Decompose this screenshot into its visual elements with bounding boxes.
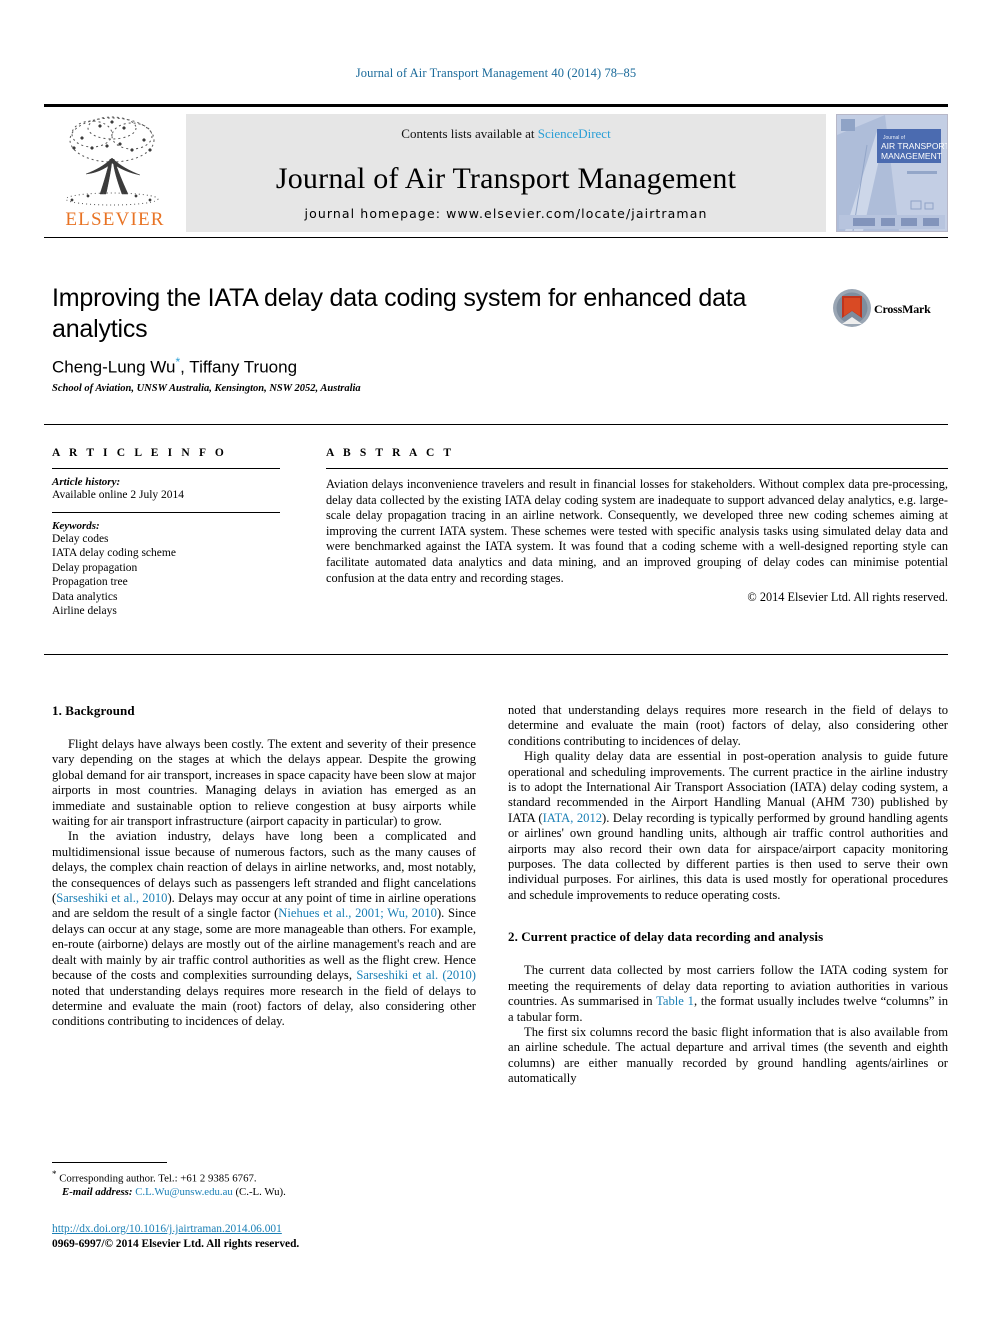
- journal-masthead: ELSEVIER Contents lists available at Sci…: [44, 104, 948, 232]
- article-history-label: Article history:: [52, 476, 121, 488]
- crossmark-icon[interactable]: [832, 288, 872, 328]
- journal-cover-thumbnail: Journal of AIR TRANSPORT MANAGEMENT: [836, 114, 948, 232]
- article-info-label: A R T I C L E I N F O: [52, 447, 227, 459]
- email-note: E-mail address: C.L.Wu@unsw.edu.au (C.-L…: [52, 1186, 476, 1200]
- list-item: Delay codes: [52, 532, 109, 545]
- list-item: Delay propagation: [52, 561, 138, 574]
- elsevier-tree-icon: [65, 116, 159, 206]
- keywords-label: Keywords:: [52, 519, 100, 532]
- title-divider: [44, 237, 948, 238]
- footnote-block: * Corresponding author. Tel.: +61 2 9385…: [52, 1168, 476, 1200]
- paragraph: The current data collected by most carri…: [508, 963, 948, 1025]
- elsevier-logo: ELSEVIER: [44, 114, 186, 232]
- email-label: E-mail address:: [62, 1186, 133, 1199]
- author-primary: Cheng-Lung Wu: [52, 357, 176, 377]
- author-secondary: , Tiffany Truong: [180, 357, 298, 377]
- abstract-rights: © 2014 Elsevier Ltd. All rights reserved…: [747, 590, 948, 605]
- paragraph: High quality delay data are essential in…: [508, 749, 948, 903]
- corresponding-author-note: * Corresponding author. Tel.: +61 2 9385…: [52, 1168, 476, 1186]
- page: Journal of Air Transport Management 40 (…: [0, 0, 992, 1323]
- masthead-center: Contents lists available at ScienceDirec…: [186, 114, 826, 232]
- citation-link[interactable]: IATA, 2012: [543, 811, 602, 825]
- abstract-text: Aviation delays inconvenience travelers …: [326, 477, 948, 585]
- abstract-band-top-rule: [44, 424, 948, 425]
- abstract-band-bottom-rule: [44, 654, 948, 655]
- paragraph: Flight delays have always been costly. T…: [52, 737, 476, 829]
- body-column-right: noted that understanding delays requires…: [508, 703, 948, 1087]
- journal-homepage[interactable]: journal homepage: www.elsevier.com/locat…: [186, 206, 826, 221]
- issn-copyright: 0969-6997/© 2014 Elsevier Ltd. All right…: [52, 1238, 300, 1250]
- list-item: Data analytics: [52, 590, 118, 603]
- citation-link[interactable]: Niehues et al., 2001; Wu, 2010: [278, 906, 437, 920]
- body-column-left: 1. Background Flight delays have always …: [52, 703, 476, 1030]
- author-list: Cheng-Lung Wu*, Tiffany Truong: [52, 355, 752, 378]
- paragraph: The first six columns record the basic f…: [508, 1024, 948, 1086]
- paragraph-text: noted that understanding delays requires…: [508, 703, 948, 748]
- cover-artwork: Journal of AIR TRANSPORT MANAGEMENT: [837, 115, 947, 231]
- article-info-column: A R T I C L E I N F O Article history: A…: [52, 447, 282, 619]
- affiliation: School of Aviation, UNSW Australia, Kens…: [52, 383, 361, 394]
- article-history-value: Available online 2 July 2014: [52, 489, 185, 501]
- article-info-rule-2: [52, 511, 280, 513]
- doi-link[interactable]: http://dx.doi.org/10.1016/j.jairtraman.2…: [52, 1223, 282, 1235]
- paragraph: In the aviation industry, delays have lo…: [52, 829, 476, 1029]
- abstract-column: A B S T R A C T Aviation delays inconven…: [326, 447, 948, 605]
- sciencedirect-link[interactable]: ScienceDirect: [538, 126, 611, 141]
- running-head: Journal of Air Transport Management 40 (…: [355, 66, 637, 80]
- abstract-rule: [326, 468, 948, 469]
- crossmark-badge[interactable]: CrossMark: [832, 288, 938, 334]
- email-suffix: (C.-L. Wu).: [232, 1186, 286, 1199]
- list-item: Airline delays: [52, 605, 117, 617]
- section-heading-2: 2. Current practice of delay data record…: [508, 929, 824, 945]
- svg-text:MANAGEMENT: MANAGEMENT: [881, 151, 942, 161]
- paragraph-text: noted that understanding delays requires…: [52, 983, 476, 1029]
- citation-link[interactable]: Sarseshiki et al., 2010: [56, 891, 167, 905]
- article-info-rule-1: [52, 468, 280, 469]
- contents-prefix: Contents lists available at: [401, 126, 538, 141]
- table-reference-link[interactable]: Table 1: [656, 994, 694, 1008]
- doi-block: http://dx.doi.org/10.1016/j.jairtraman.2…: [52, 1222, 476, 1252]
- journal-title: Journal of Air Transport Management: [275, 162, 737, 195]
- list-item: IATA delay coding scheme: [52, 547, 176, 559]
- citation-link[interactable]: Sarseshiki et al. (2010): [356, 968, 476, 982]
- email-link[interactable]: C.L.Wu@unsw.edu.au: [135, 1186, 233, 1198]
- paragraph: noted that understanding delays requires…: [508, 703, 948, 749]
- svg-text:AIR TRANSPORT: AIR TRANSPORT: [881, 141, 947, 151]
- page-title: Improving the IATA delay data coding sys…: [52, 284, 747, 343]
- abstract-label: A B S T R A C T: [326, 447, 455, 459]
- list-item: Propagation tree: [52, 576, 128, 588]
- footnote-divider: [52, 1162, 167, 1163]
- elsevier-wordmark: ELSEVIER: [65, 209, 165, 230]
- crossmark-label: CrossMark: [874, 302, 931, 316]
- footnote-text: Corresponding author. Tel.: +61 2 9385 6…: [56, 1172, 257, 1185]
- keywords-list: Delay codes IATA delay coding scheme Del…: [52, 532, 282, 619]
- contents-line: Contents lists available at ScienceDirec…: [186, 114, 826, 142]
- section-heading-1: 1. Background: [52, 703, 135, 718]
